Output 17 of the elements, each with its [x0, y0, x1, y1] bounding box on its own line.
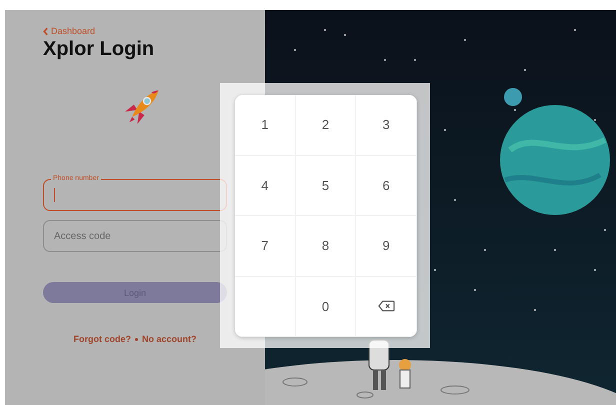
- bullet-separator: [134, 338, 138, 340]
- digit-key[interactable]: 9: [356, 216, 417, 276]
- page-title: Xplor Login: [43, 38, 154, 61]
- blank-key: [235, 276, 296, 337]
- digit-key[interactable]: 5: [296, 156, 356, 216]
- digit-key[interactable]: 8: [296, 216, 356, 276]
- digit-key[interactable]: 3: [356, 95, 417, 156]
- digit-key[interactable]: 7: [235, 216, 296, 276]
- digit-key[interactable]: 1: [235, 95, 296, 156]
- digit-key[interactable]: 6: [356, 156, 417, 216]
- digit-key[interactable]: 2: [296, 95, 356, 156]
- digit-key[interactable]: 4: [235, 156, 296, 216]
- backspace-icon: [378, 300, 395, 312]
- backspace-key[interactable]: [356, 276, 417, 337]
- moon-drawing: [504, 88, 522, 106]
- chevron-left-icon: [43, 26, 48, 36]
- digit-key[interactable]: 0: [296, 276, 356, 337]
